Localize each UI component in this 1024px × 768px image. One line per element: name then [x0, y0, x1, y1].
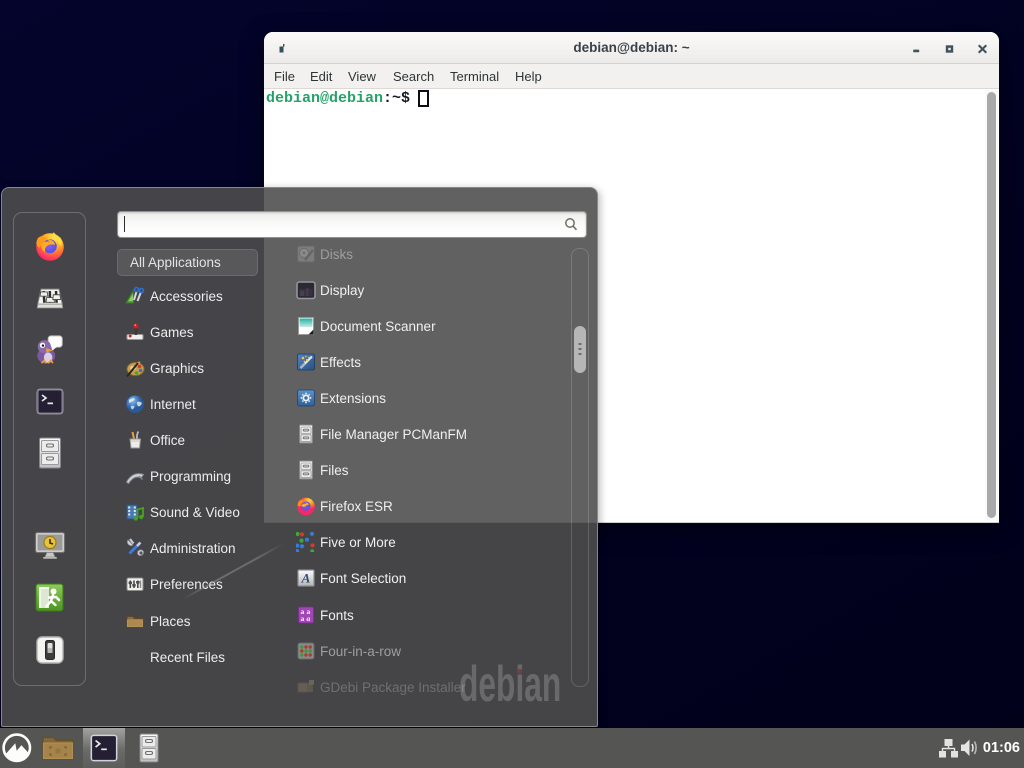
svg-text:a: a — [307, 614, 311, 623]
svg-text:a: a — [301, 614, 305, 623]
svg-text:A: A — [301, 571, 311, 586]
